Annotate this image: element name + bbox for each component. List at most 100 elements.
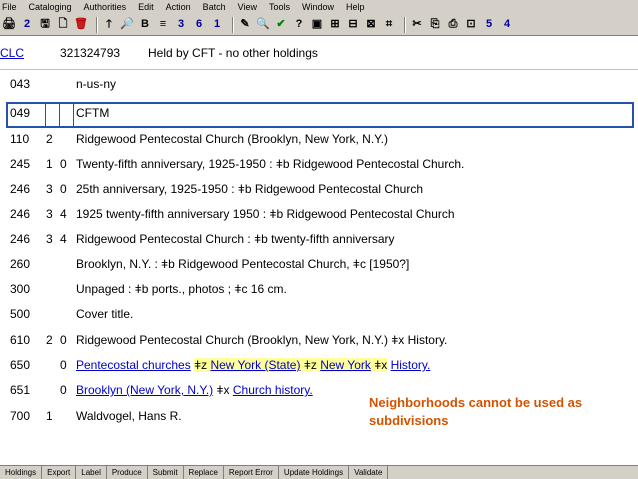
grid-icon[interactable]: ▣ <box>310 17 324 33</box>
field-content-input[interactable]: CFTM <box>76 106 109 120</box>
replace-button[interactable]: Replace <box>184 466 224 479</box>
holdings-status: Held by CFT - no other holdings <box>148 45 318 60</box>
field-icon[interactable]: ⌗ <box>382 17 396 33</box>
field-ind2: 0 <box>60 383 67 397</box>
toolbar-button-4[interactable]: 4 <box>500 17 514 33</box>
menu-view[interactable]: View <box>238 2 257 12</box>
insert-icon[interactable]: ⊡ <box>464 17 478 33</box>
marc-field-043[interactable]: 043 n-us-ny <box>0 74 638 94</box>
subfield-code: ǂz <box>303 358 317 372</box>
copy-icon[interactable]: ⎘ <box>428 17 442 33</box>
marc-field-500[interactable]: 500 Cover title. <box>0 304 638 324</box>
toolbar-button-3[interactable]: 3 <box>174 17 188 33</box>
marc-field-110[interactable]: 110 2 Ridgewood Pentecostal Church (Broo… <box>0 129 638 149</box>
menu-cataloging[interactable]: Cataloging <box>29 2 72 12</box>
marc-field-610[interactable]: 610 2 0 Ridgewood Pentecostal Church (Br… <box>0 330 638 350</box>
field-ind1: 3 <box>46 182 53 196</box>
field-tag: 260 <box>10 257 31 271</box>
marc-field-246[interactable]: 246 3 0 25th anniversary, 1925-1950 : ǂb… <box>0 179 638 199</box>
marc-field-260[interactable]: 260 Brooklyn, N.Y. : ǂb Ridgewood Pentec… <box>0 254 638 274</box>
menu-bar: File Cataloging Authorities Edit Action … <box>0 0 638 14</box>
marc-field-246[interactable]: 246 3 4 Ridgewood Pentecostal Church : ǂ… <box>0 229 638 249</box>
export-button[interactable]: Export <box>42 466 77 479</box>
update-holdings-button[interactable]: Update Holdings <box>279 466 350 479</box>
submit-button[interactable]: Submit <box>148 466 184 479</box>
field-ind2: 4 <box>60 207 67 221</box>
marc-field-300[interactable]: 300 Unpaged : ǂb ports., photos ; ǂc 16 … <box>0 279 638 299</box>
subfield-code: ǂx <box>216 383 230 397</box>
delete-icon[interactable]: 🗑 <box>74 17 88 33</box>
subject-link[interactable]: Pentecostal churches <box>76 358 191 372</box>
subdivision-link[interactable]: Church history. <box>233 383 313 397</box>
menu-tools[interactable]: Tools <box>269 2 290 12</box>
report-error-button[interactable]: Report Error <box>224 466 279 479</box>
marc-field-246[interactable]: 246 3 4 1925 twenty-fifth anniversary 19… <box>0 204 638 224</box>
subfield-code-highlighted: ǂz New York (State) ǂz New York ǂx <box>194 358 388 372</box>
validate-button[interactable]: Validate <box>349 466 389 479</box>
toolbar-button-1[interactable]: 1 <box>210 17 224 33</box>
find-icon[interactable]: 🔍 <box>256 17 270 33</box>
toolbar-button-2[interactable]: 2 <box>20 17 34 33</box>
menu-edit[interactable]: Edit <box>138 2 154 12</box>
subfield-code: ǂz <box>194 358 208 372</box>
close-box-icon[interactable]: ⊠ <box>364 17 378 33</box>
field-tag[interactable]: 049 <box>10 106 30 120</box>
marc-field-650[interactable]: 650 0 Pentecostal churches ǂz New York (… <box>0 355 638 375</box>
field-tag: 300 <box>10 282 31 296</box>
field-tag: 110 <box>10 132 30 146</box>
save-icon[interactable]: 🖫 <box>38 17 52 33</box>
geographic-link[interactable]: Brooklyn (New York, N.Y.) <box>76 383 213 397</box>
print-icon[interactable]: 🖨 <box>2 17 16 33</box>
produce-button[interactable]: Produce <box>107 466 148 479</box>
list-icon[interactable]: ≡ <box>156 17 170 33</box>
field-content: 1925 twenty-fifth anniversary 1950 : ǂb … <box>76 207 455 221</box>
field-content: 25th anniversary, 1925-1950 : ǂb Ridgewo… <box>76 182 423 196</box>
validate-icon[interactable]: ✔ <box>274 17 288 33</box>
field-content: Unpaged : ǂb ports., photos ; ǂc 16 cm. <box>76 282 287 296</box>
field-ind1: 3 <box>46 207 53 221</box>
search-icon[interactable]: 🔎 <box>120 17 134 33</box>
field-ind2: 4 <box>60 232 67 246</box>
label-button[interactable]: Label <box>76 466 107 479</box>
field-tag: 043 <box>10 77 31 91</box>
field-content: Ridgewood Pentecostal Church (Brooklyn, … <box>76 333 448 347</box>
expand-icon[interactable]: ⊞ <box>328 17 342 33</box>
field-content: Brooklyn, N.Y. : ǂb Ridgewood Pentecosta… <box>76 257 410 271</box>
field-tag: 246 <box>10 232 31 246</box>
source-link[interactable]: CLC <box>0 46 60 60</box>
field-tag: 650 <box>10 358 31 372</box>
field-content: Brooklyn (New York, N.Y.) ǂx Church hist… <box>76 383 313 397</box>
annotation-note: Neighborhoods cannot be used as subdivis… <box>369 395 583 428</box>
subdivision-link[interactable]: History. <box>391 358 431 372</box>
field-tag: 610 <box>10 333 31 347</box>
upload-icon[interactable]: 🡑 <box>102 17 116 33</box>
menu-window[interactable]: Window <box>302 2 334 12</box>
field-tag: 246 <box>10 207 31 221</box>
marc-field-245[interactable]: 245 1 0 Twenty-fifth anniversary, 1925-1… <box>0 154 638 174</box>
menu-batch[interactable]: Batch <box>203 2 226 12</box>
field-tag: 245 <box>10 157 31 171</box>
subfield-code: ǂx <box>374 358 388 372</box>
field-content: Waldvogel, Hans R. <box>76 409 182 423</box>
field-ind1: 2 <box>46 333 53 347</box>
collapse-icon[interactable]: ⊟ <box>346 17 360 33</box>
geographic-link[interactable]: New York <box>320 358 371 372</box>
new-record-icon[interactable]: 🗋 <box>56 17 70 33</box>
toolbar-button-5[interactable]: 5 <box>482 17 496 33</box>
help-icon[interactable]: ? <box>292 17 306 33</box>
menu-action[interactable]: Action <box>166 2 191 12</box>
marc-field-049[interactable]: 049 CFTM <box>0 103 638 123</box>
toolbar-button-6[interactable]: 6 <box>192 17 206 33</box>
menu-help[interactable]: Help <box>346 2 365 12</box>
field-ind2: 0 <box>60 333 67 347</box>
paste-icon[interactable]: ⎙ <box>446 17 460 33</box>
menu-authorities[interactable]: Authorities <box>84 2 127 12</box>
edit-icon[interactable]: ✎ <box>238 17 252 33</box>
geographic-link[interactable]: New York (State) <box>210 358 300 372</box>
holdings-button[interactable]: Holdings <box>0 466 43 479</box>
browse-icon[interactable]: B <box>138 17 152 33</box>
toolbar-separator <box>96 16 98 33</box>
field-ind2: 0 <box>60 358 67 372</box>
menu-file[interactable]: File <box>2 2 17 12</box>
cut-icon[interactable]: ✂ <box>410 17 424 33</box>
